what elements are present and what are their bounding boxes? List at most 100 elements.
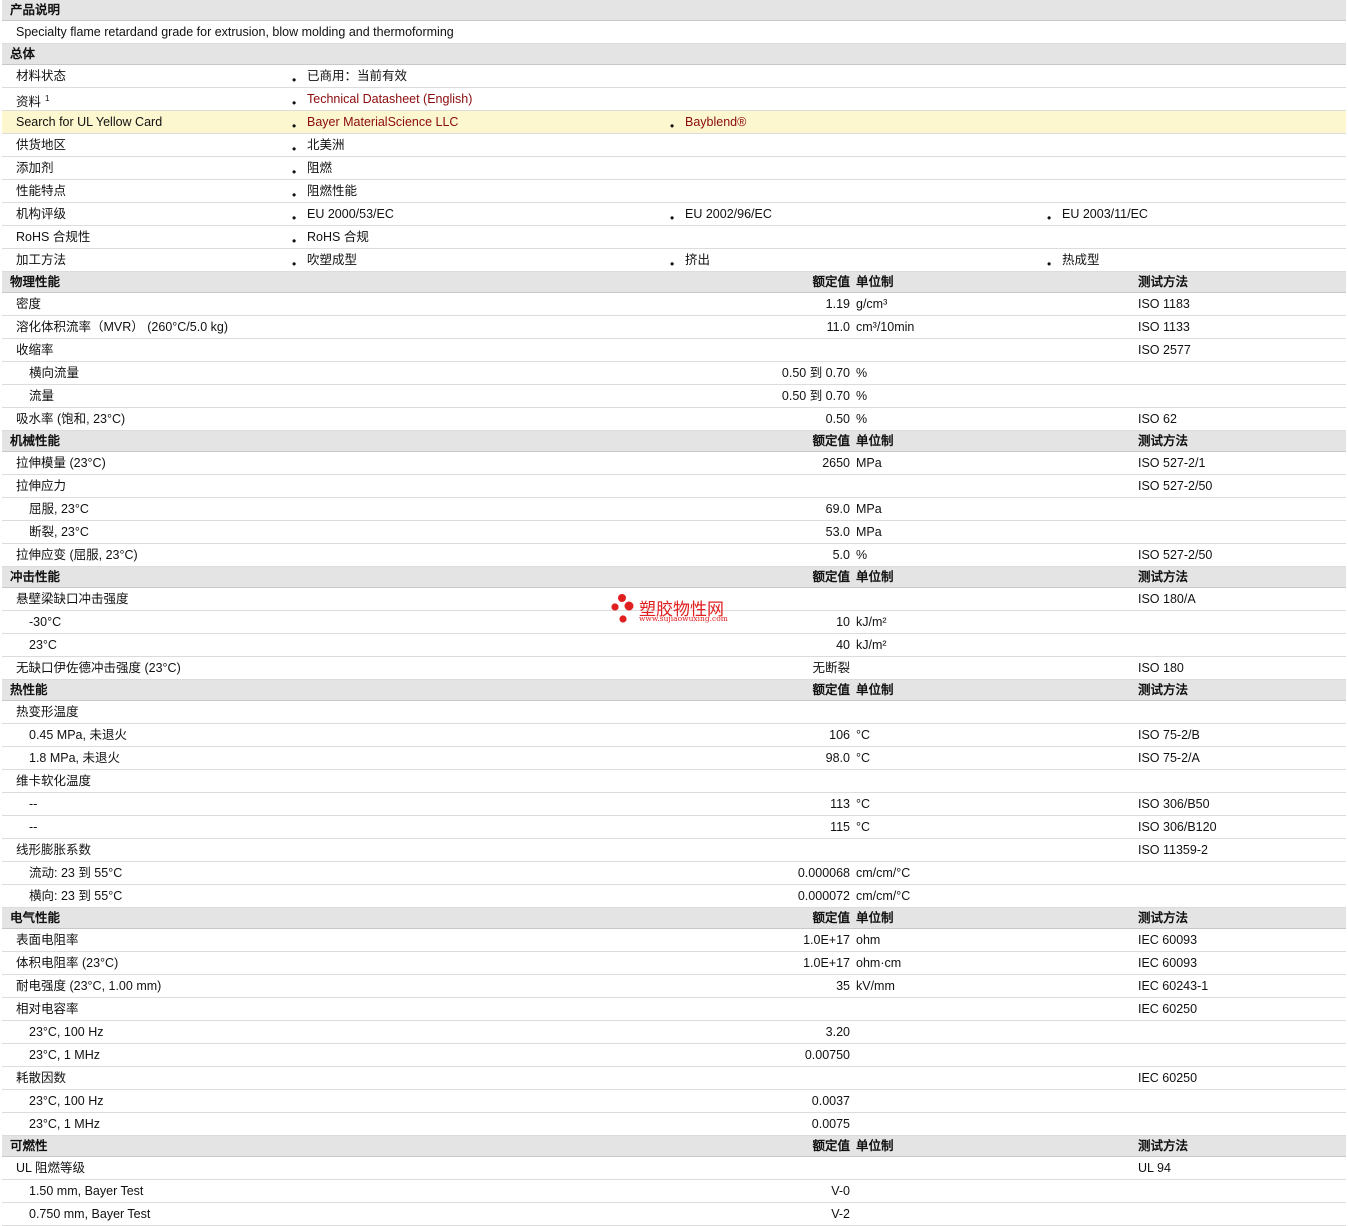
- general-item-text: Bayblend®: [685, 115, 747, 129]
- general-item: • 阻燃性能: [292, 184, 357, 202]
- column-header-value: 额定值: [812, 570, 850, 584]
- property-row: 23°C, 100 Hz 3.20: [2, 1021, 1346, 1044]
- property-label: 拉伸应变 (屈服, 23°C): [16, 548, 138, 562]
- property-label: 1.50 mm, Bayer Test: [29, 1184, 144, 1198]
- section-title: 机械性能: [10, 434, 61, 448]
- description-row: Specialty flame retardand grade for extr…: [2, 21, 1346, 44]
- property-label: 悬壁梁缺口冲击强度: [16, 592, 129, 606]
- property-unit: MPa: [856, 525, 882, 539]
- footnote-marker: 1: [45, 94, 50, 103]
- bullet-icon: •: [1047, 211, 1052, 225]
- bullet-icon: •: [670, 257, 675, 271]
- property-row: 流动: 23 到 55°C 0.000068 cm/cm/°C: [2, 862, 1346, 885]
- property-row: 拉伸应变 (屈服, 23°C) 5.0% ISO 527-2/50: [2, 544, 1346, 567]
- general-item: • 热成型: [1047, 253, 1100, 271]
- property-label: 23°C, 1 MHz: [29, 1048, 100, 1062]
- property-unit: cm/cm/°C: [856, 889, 911, 903]
- general-row-label[interactable]: Search for UL Yellow Card: [16, 115, 162, 129]
- general-row-label: 添加剂: [16, 161, 54, 175]
- property-value: 0.00750: [804, 1048, 850, 1062]
- property-label: 拉伸应力: [16, 479, 67, 493]
- column-header-unit: 单位制: [856, 434, 894, 448]
- property-value: 0.50 到 0.70: [781, 389, 850, 403]
- column-header-test: 测试方法: [1138, 434, 1189, 448]
- property-value: 0.000068: [797, 866, 850, 880]
- general-row-label-text: 添加剂: [16, 161, 54, 175]
- section-header: 电气性能 额定值 单位制 测试方法: [2, 908, 1346, 929]
- property-test-method: UL 94: [1138, 1161, 1171, 1175]
- property-unit: g/cm³: [856, 297, 888, 311]
- property-value: 53.0: [825, 525, 850, 539]
- bullet-icon: •: [292, 188, 297, 202]
- property-test-method: IEC 60250: [1138, 1002, 1198, 1016]
- section-title: 物理性能: [10, 275, 61, 289]
- general-row: 添加剂 • 阻燃: [2, 157, 1346, 180]
- property-label: 体积电阻率 (23°C): [16, 956, 119, 970]
- property-unit: ohm: [856, 933, 881, 947]
- property-test-method: IEC 60250: [1138, 1071, 1198, 1085]
- section-header: 物理性能 额定值 单位制 测试方法: [2, 272, 1346, 293]
- property-unit: %: [856, 412, 868, 426]
- property-row: 0.45 MPa, 未退火 106 °C ISO 75-2/B: [2, 724, 1346, 747]
- property-row: 耐电强度 (23°C, 1.00 mm) 35 kV/mm IEC 60243-1: [2, 975, 1346, 998]
- property-test-method: ISO 75-2/B: [1138, 728, 1200, 742]
- property-unit: %: [856, 389, 868, 403]
- property-label: UL 阻燃等级: [16, 1161, 85, 1175]
- property-label: 热变形温度: [16, 705, 79, 719]
- general-item-text: EU 2003/11/EC: [1062, 207, 1148, 221]
- property-value: 0.0037: [811, 1094, 850, 1108]
- general-item-link[interactable]: • Technical Datasheet (English): [292, 92, 472, 110]
- column-header-value: 额定值: [812, 434, 850, 448]
- property-value: 1.0E+17: [803, 956, 850, 970]
- property-label: 表面电阻率: [16, 933, 79, 947]
- property-test-method: ISO 306/B120: [1138, 820, 1217, 834]
- property-test-method: ISO 527-2/50: [1138, 548, 1213, 562]
- general-row-label: 材料状态: [16, 69, 66, 83]
- property-row: 拉伸应力 ISO 527-2/50: [2, 475, 1346, 498]
- general-row-label-text: 供货地区: [16, 138, 67, 152]
- property-label: 横向流量: [29, 366, 80, 380]
- property-row: 23°C, 1 MHz 0.00750: [2, 1044, 1346, 1067]
- property-label: 线形膨胀系数: [16, 843, 92, 857]
- property-label: 吸水率 (饱和, 23°C): [16, 412, 126, 426]
- property-label: 溶化体积流率（MVR） (260°C/5.0 kg): [16, 320, 228, 334]
- column-header-unit: 单位制: [856, 275, 894, 289]
- property-value: 5.0: [832, 548, 850, 562]
- section-header-general: 总体: [2, 44, 1346, 65]
- property-unit: °C: [856, 797, 871, 811]
- property-unit: cm³/10min: [856, 320, 915, 334]
- property-value: 无断裂: [812, 661, 850, 675]
- general-item: • RoHS 合规: [292, 230, 369, 248]
- property-row: 密度 1.19 g/cm³ ISO 1183: [2, 293, 1346, 316]
- property-test-method: ISO 527-2/1: [1138, 456, 1206, 470]
- datasheet: 产品说明 Specialty flame retardand grade for…: [2, 0, 1346, 1226]
- general-row: 供货地区 • 北美洲: [2, 134, 1346, 157]
- general-row: 机构评级 • EU 2000/53/EC • EU 2002/96/EC • EU 2003…: [2, 203, 1346, 226]
- general-item: • EU 2000/53/EC: [292, 207, 394, 225]
- property-row: 23°C, 1 MHz 0.0075: [2, 1113, 1346, 1136]
- property-unit: MPa: [856, 502, 882, 516]
- general-row-label-text: 材料状态: [16, 69, 67, 83]
- section-title: 产品说明: [10, 3, 61, 17]
- property-label: 流动: 23 到 55°C: [29, 866, 123, 880]
- general-row-label: 性能特点: [16, 184, 66, 198]
- general-row-label: 机构评级: [16, 207, 66, 221]
- general-rows: 材料状态 • 已商用：当前有效 资料 1 • Technical Datasheet (En…: [2, 65, 1346, 272]
- property-unit: kJ/m²: [856, 615, 887, 629]
- general-item: • EU 2002/96/EC: [670, 207, 772, 225]
- general-item-link[interactable]: • Bayblend®: [670, 115, 747, 133]
- property-unit: ohm·cm: [856, 956, 902, 970]
- property-label: 耗散因数: [16, 1071, 67, 1085]
- property-unit: %: [856, 366, 868, 380]
- property-unit: °C: [856, 728, 871, 742]
- section-title: 可燃性: [10, 1139, 48, 1153]
- section-title: 热性能: [10, 683, 48, 697]
- general-item: • 阻燃: [292, 161, 332, 179]
- general-item-text: 北美洲: [307, 138, 345, 152]
- bullet-icon: •: [292, 119, 297, 133]
- bullet-icon: •: [292, 211, 297, 225]
- property-row: 相对电容率 IEC 60250: [2, 998, 1346, 1021]
- general-item-link[interactable]: • Bayer MaterialScience LLC: [292, 115, 458, 133]
- property-test-method: ISO 11359-2: [1138, 843, 1208, 857]
- property-row: 热变形温度: [2, 701, 1346, 724]
